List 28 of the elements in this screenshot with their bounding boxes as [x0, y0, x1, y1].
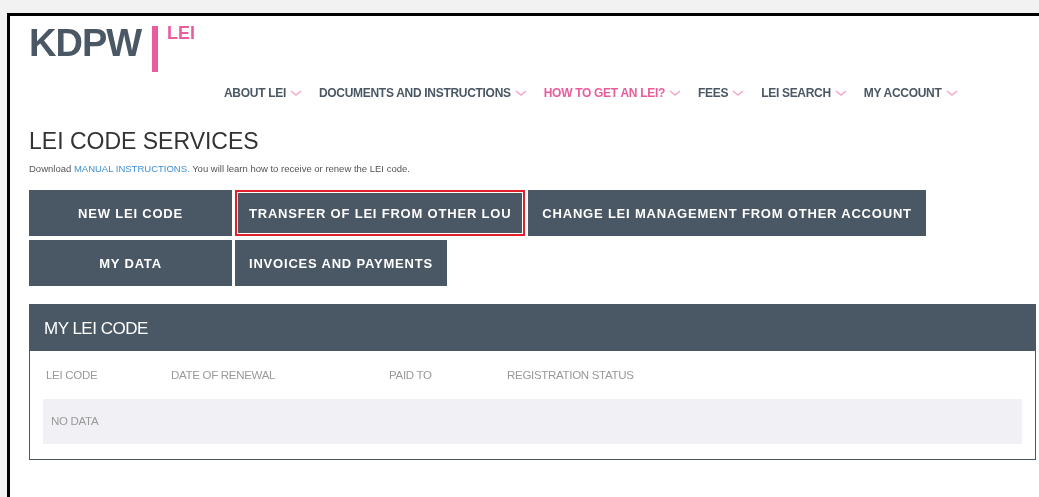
chevron-down-icon: [514, 89, 527, 97]
column-header: REGISTRATION STATUS: [507, 367, 635, 383]
column-header: PAID TO: [389, 367, 433, 383]
logo-bar: [152, 26, 159, 72]
chevron-down-icon: [945, 89, 958, 97]
empty-text: NO DATA: [51, 414, 99, 430]
intro-text: Download MANUAL INSTRUCTIONS. You will learn how to receive or renew the LEI code.: [29, 162, 411, 176]
chevron-down-icon: [732, 89, 745, 97]
panel-title: MY LEI CODE: [44, 317, 148, 340]
service-button[interactable]: NEW LEI CODE: [29, 190, 232, 237]
service-button[interactable]: INVOICES AND PAYMENTS: [235, 240, 447, 287]
column-header: DATE OF RENEWAL: [171, 367, 277, 383]
nav-menu-item[interactable]: ABOUT LEI: [224, 84, 302, 102]
service-button[interactable]: TRANSFER OF LEI FROM OTHER LOU: [235, 190, 526, 237]
service-button[interactable]: MY DATA: [29, 240, 232, 287]
manual-instructions-link[interactable]: MANUAL INSTRUCTIONS.: [73, 163, 190, 174]
nav-menu-item[interactable]: LEI SEARCH: [761, 84, 847, 102]
nav-menu-item[interactable]: DOCUMENTS AND INSTRUCTIONS: [318, 84, 527, 102]
service-button[interactable]: CHANGE LEI MANAGEMENT FROM OTHER ACCOUNT: [528, 190, 926, 237]
column-header: LEI CODE: [46, 367, 99, 383]
chevron-down-icon: [669, 89, 681, 97]
nav-menu-item[interactable]: FEES: [698, 84, 745, 102]
nav-menu-item[interactable]: MY ACCOUNT: [863, 84, 958, 102]
logo-product: LEI: [167, 24, 196, 42]
chevron-down-icon: [289, 89, 302, 97]
page-title: LEI CODE SERVICES: [29, 128, 260, 154]
logo-wordmark: KDPW: [29, 24, 142, 62]
chevron-down-icon: [834, 89, 847, 97]
